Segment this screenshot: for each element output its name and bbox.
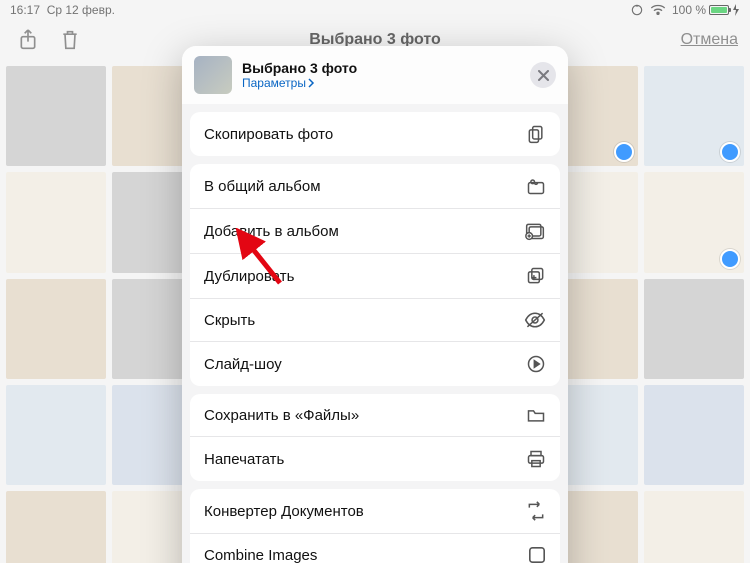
duplicate-icon xyxy=(526,266,546,286)
printer-icon xyxy=(526,449,546,469)
action-group-apps: Конвертер Документов Combine Images File… xyxy=(190,489,560,563)
convert-icon xyxy=(526,501,546,521)
close-button[interactable] xyxy=(530,62,556,88)
share-sheet: Выбрано 3 фото Параметры Скопировать фот… xyxy=(182,46,568,563)
action-copy-photo[interactable]: Скопировать фото xyxy=(190,112,560,156)
options-link[interactable]: Параметры xyxy=(242,76,520,90)
shared-album-icon xyxy=(526,176,546,196)
action-combine-images[interactable]: Combine Images xyxy=(190,533,560,563)
play-circle-icon xyxy=(526,354,546,374)
action-convert-documents[interactable]: Конвертер Документов xyxy=(190,489,560,533)
action-hide[interactable]: Скрыть xyxy=(190,298,560,341)
eye-slash-icon xyxy=(524,311,546,329)
close-icon xyxy=(538,70,549,81)
action-shared-album[interactable]: В общий альбом xyxy=(190,164,560,208)
action-group-copy: Скопировать фото xyxy=(190,112,560,156)
folder-icon xyxy=(526,406,546,424)
action-duplicate[interactable]: Дублировать xyxy=(190,253,560,298)
action-group-album: В общий альбом Добавить в альбом Дублиро… xyxy=(190,164,560,386)
sheet-header: Выбрано 3 фото Параметры xyxy=(182,46,568,104)
action-add-to-album[interactable]: Добавить в альбом xyxy=(190,208,560,253)
square-icon xyxy=(528,546,546,563)
action-print[interactable]: Напечатать xyxy=(190,436,560,481)
chevron-right-icon xyxy=(308,78,315,88)
action-save-to-files[interactable]: Сохранить в «Файлы» xyxy=(190,394,560,436)
sheet-title: Выбрано 3 фото xyxy=(242,60,520,76)
action-slideshow[interactable]: Слайд-шоу xyxy=(190,341,560,386)
add-album-icon xyxy=(524,221,546,241)
action-group-output: Сохранить в «Файлы» Напечатать xyxy=(190,394,560,481)
copy-icon xyxy=(526,124,546,144)
sheet-thumbnail xyxy=(194,56,232,94)
